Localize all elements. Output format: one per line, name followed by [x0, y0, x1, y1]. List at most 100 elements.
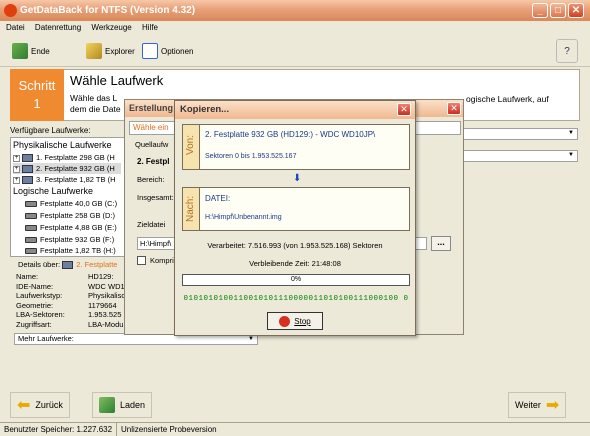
tree-item-logical-c[interactable]: Festplatte 40,0 GB (C:): [25, 198, 117, 209]
browse-button[interactable]: ...: [431, 236, 451, 251]
nach-tab: Nach:: [183, 188, 200, 230]
menu-hilfe[interactable]: Hilfe: [142, 23, 158, 32]
more-drives-label: Mehr Laufwerke:: [18, 334, 74, 343]
step-description: Wähle das L dem die Date: [70, 93, 121, 115]
zieldatei-label: Zieldatei: [137, 220, 166, 229]
tree-label: Festplatte 1,82 TB (H:): [40, 246, 116, 255]
toolbar: Ende Explorer Optionen ?: [0, 35, 590, 67]
erstellung-close-button[interactable]: ✕: [447, 102, 461, 115]
expand-icon[interactable]: +: [13, 165, 20, 173]
details-value: LBA-Modu: [88, 319, 124, 329]
status-memory: Benutzter Speicher: 1.227.632: [4, 425, 113, 434]
tree-item-logical-h[interactable]: Festplatte 1,82 TB (H:): [25, 245, 116, 256]
maximize-button[interactable]: □: [550, 3, 566, 18]
step-number: 1: [33, 96, 41, 111]
next-button[interactable]: Weiter ➡: [508, 392, 567, 418]
window-title: GetDataBack for NTFS (Version 4.32): [20, 5, 196, 16]
details-key: Zugriffsart:: [16, 319, 52, 329]
details-label: Details über:: [18, 260, 61, 269]
step-desc-line2: dem die Date: [70, 104, 121, 114]
explorer-button[interactable]: Explorer: [82, 39, 139, 63]
von-drive: 2. Festplatte 932 GB (HD129:) - WDC WD10…: [205, 130, 376, 139]
stop-button[interactable]: Stop: [267, 312, 323, 330]
arrow-left-icon: ⬅: [17, 397, 31, 414]
tree-item-logical-f[interactable]: Festplatte 932 GB (F:): [25, 234, 114, 245]
tree-label: Festplatte 40,0 GB (C:): [40, 199, 118, 208]
details-value: Physikalisc: [88, 291, 126, 300]
kompri-label: Kompri: [150, 256, 174, 265]
help-icon: ?: [564, 45, 570, 57]
von-sectors: Sektoren 0 bis 1.953.525.167: [205, 153, 297, 160]
copy-close-button[interactable]: ✕: [397, 103, 411, 116]
menu-datei[interactable]: Datei: [6, 23, 25, 32]
details-value: WDC WD1: [88, 281, 125, 291]
ende-button[interactable]: Ende: [8, 39, 54, 63]
help-button[interactable]: ?: [556, 39, 578, 63]
load-button[interactable]: Laden: [92, 392, 153, 418]
drives-header: Verfügbare Laufwerke:: [10, 126, 91, 135]
hard-disk-icon: [25, 248, 37, 255]
explorer-label: Explorer: [105, 46, 135, 56]
tree-label: 3. Festplatte 1,82 TB (H: [36, 175, 116, 184]
nach-box: Nach: DATEI: H:\Himpf\Unbenannt.img: [182, 187, 410, 231]
expand-icon[interactable]: +: [13, 176, 20, 184]
status-version: Unlizensierte Probeversion: [116, 423, 217, 436]
bit-pattern: 0101010100110010101110000011010100111000…: [183, 295, 409, 303]
drive-icon: [22, 154, 33, 163]
quell-drive: 2. Festpl: [137, 157, 170, 166]
right-dropdown-1[interactable]: ▼: [462, 128, 578, 140]
expand-icon[interactable]: +: [13, 154, 20, 162]
minimize-button[interactable]: _: [532, 3, 548, 18]
details-values: HD129: WDC WD1 Physikalisc 1179664 1.953…: [88, 272, 125, 329]
details-key: LBA-Sektoren:: [16, 310, 65, 319]
stop-icon: [279, 315, 291, 327]
drive-icon: [22, 176, 33, 185]
title-bar: GetDataBack for NTFS (Version 4.32) _ □ …: [0, 0, 590, 21]
details-header: Details über: 2. Festplatte: [18, 260, 117, 270]
insgesamt-label: Insgesamt:: [137, 193, 174, 202]
von-box: Von: 2. Festplatte 932 GB (HD129:) - WDC…: [182, 124, 410, 170]
load-label: Laden: [120, 400, 146, 410]
close-button[interactable]: ✕: [568, 3, 584, 18]
tree-label: 1. Festplatte 298 GB (H: [36, 153, 115, 162]
details-value: 1.953.525: [88, 310, 122, 319]
kompri-checkbox[interactable]: [137, 256, 146, 265]
chevron-down-icon: ▼: [568, 152, 574, 158]
menu-bar: Datei Datenrettung Werkzeuge Hilfe: [0, 21, 590, 35]
remaining-time: Verbleibende Zeit: 21:48:08: [249, 259, 341, 268]
tree-item-physical-1[interactable]: +1. Festplatte 298 GB (H: [13, 152, 115, 163]
drive-icon: [62, 261, 74, 270]
step-desc-line1: Wähle das L: [70, 93, 118, 103]
options-icon: [142, 43, 158, 59]
load-icon: [99, 397, 115, 413]
quell-label: Quellaufw: [135, 140, 169, 149]
back-label: Zurück: [35, 400, 63, 410]
step-title: Wähle Laufwerk: [70, 73, 164, 88]
chevron-down-icon: ▼: [568, 130, 574, 136]
arrow-down-icon: ⬇: [293, 173, 302, 184]
tree-item-physical-2[interactable]: +2. Festplatte 932 GB (H: [13, 163, 121, 174]
details-key: Geometrie:: [16, 300, 54, 310]
right-dropdown-2[interactable]: ▼: [462, 150, 578, 162]
drive-icon: [22, 165, 33, 174]
exit-icon: [12, 43, 28, 59]
processed-text: Verarbeitet: 7.516.993 (von 1.953.525.16…: [207, 241, 383, 250]
tree-item-logical-e[interactable]: Festplatte 4,88 GB (E:): [25, 222, 117, 233]
menu-werkzeuge[interactable]: Werkzeuge: [91, 23, 131, 32]
arrow-right-icon: ➡: [545, 397, 560, 414]
physical-drives-title: Physikalische Laufwerke: [13, 140, 112, 150]
tree-item-physical-3[interactable]: +3. Festplatte 1,82 TB (H: [13, 174, 115, 185]
tree-item-logical-d[interactable]: Festplatte 258 GB (D:): [25, 210, 115, 221]
back-button[interactable]: ⬅ Zurück: [10, 392, 70, 418]
tree-label: Festplatte 932 GB (F:): [40, 235, 115, 244]
step-label: Schritt: [18, 78, 56, 93]
step-badge: Schritt 1: [10, 69, 64, 121]
von-label: Von:: [185, 134, 196, 155]
next-label: Weiter: [515, 400, 541, 410]
optionen-button[interactable]: Optionen: [138, 39, 197, 63]
hard-disk-icon: [25, 201, 37, 208]
menu-datenrettung[interactable]: Datenrettung: [35, 23, 81, 32]
copy-dialog: Kopieren... ✕ Von: 2. Festplatte 932 GB …: [174, 100, 416, 336]
details-value: 1179664: [88, 300, 117, 310]
details-key: Name:: [16, 272, 39, 281]
